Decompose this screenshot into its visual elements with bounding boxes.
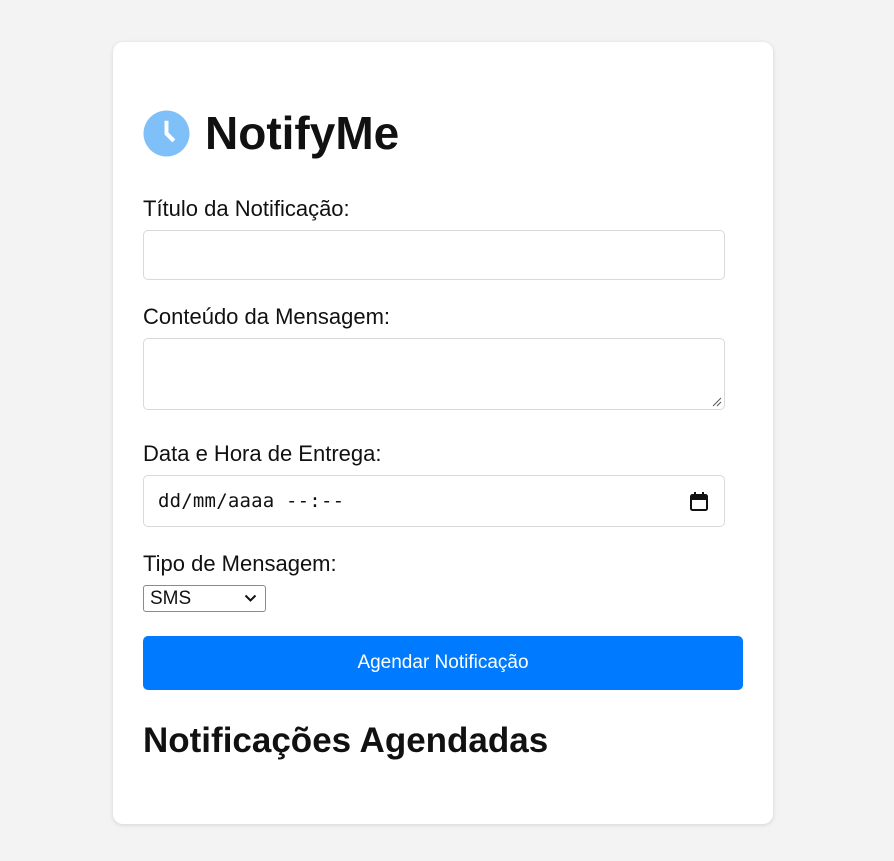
message-textarea[interactable]	[143, 338, 725, 410]
message-type-select[interactable]: SMS	[143, 585, 266, 612]
calendar-icon[interactable]	[690, 492, 708, 511]
title-label: Título da Notificação:	[143, 196, 350, 221]
datetime-placeholder: dd/mm/aaaa --:--	[158, 490, 345, 512]
message-label: Conteúdo da Mensagem:	[143, 304, 391, 329]
scheduled-heading: Notificações Agendadas	[143, 721, 549, 760]
message-type-value: SMS	[150, 587, 192, 609]
datetime-label: Data e Hora de Entrega:	[143, 441, 382, 466]
notification-card: NotifyMe Título da Notificação: Conteúdo…	[113, 42, 773, 824]
clock-icon	[143, 109, 190, 157]
app-title: NotifyMe	[205, 107, 400, 159]
schedule-button[interactable]: Agendar Notificação	[143, 636, 743, 690]
chevron-down-icon	[244, 594, 257, 602]
type-label: Tipo de Mensagem:	[143, 551, 337, 576]
resize-grip-icon[interactable]	[712, 397, 722, 407]
datetime-input[interactable]: dd/mm/aaaa --:--	[143, 475, 725, 527]
app-header: NotifyMe	[143, 108, 399, 158]
title-input[interactable]	[143, 230, 725, 280]
